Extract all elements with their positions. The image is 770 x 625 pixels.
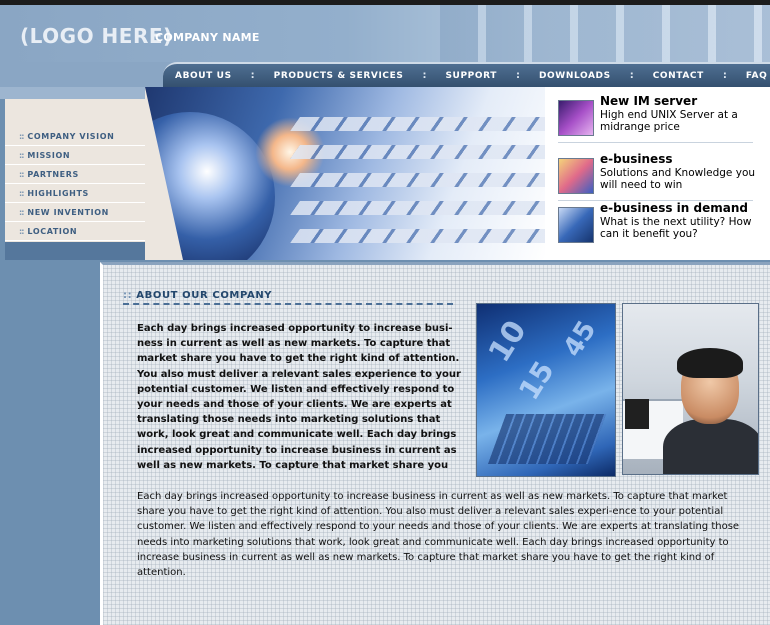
nav-faq[interactable]: FAQ (746, 71, 768, 81)
title-prefix: :: (123, 290, 133, 301)
promo-panel: New IM server High end UNIX Server at a … (545, 87, 770, 260)
keyboard-row (290, 173, 545, 187)
sidebar-item-label: HIGHLIGHTS (27, 188, 89, 198)
promo-thumbnail (558, 158, 594, 194)
side-menu-footer (5, 242, 145, 260)
photo-monitor (625, 399, 649, 429)
numbers-photo: 10 15 45 (476, 303, 616, 477)
sidebar-item-label: PARTNERS (27, 169, 79, 179)
keyboard-row (290, 201, 545, 215)
bullet-icon: :: (19, 150, 25, 160)
photo-person-body (663, 419, 758, 474)
promo-description: High end UNIX Server at a midrange price (600, 109, 738, 133)
photo-digit-graphic: 10 (481, 314, 534, 369)
bullet-icon: :: (19, 169, 25, 179)
header-keyboard-image (440, 5, 770, 62)
section-divider (123, 303, 453, 305)
nav-separator: : (250, 70, 255, 81)
photo-keyboard (487, 414, 607, 464)
body-paragraph: Each day brings increased opportunity to… (137, 491, 740, 579)
sidebar-item-partners[interactable]: :: PARTNERS (5, 165, 145, 184)
nav-contact[interactable]: CONTACT (653, 71, 704, 81)
promo-thumbnail (558, 100, 594, 136)
content-panel: :: ABOUT OUR COMPANY Each day brings inc… (100, 262, 770, 625)
sidebar-item-label: NEW INVENTION (27, 207, 109, 217)
main-nav: ABOUT US: PRODUCTS & SERVICES: SUPPORT: … (163, 62, 770, 87)
sidebar-item-location[interactable]: :: LOCATION (5, 222, 145, 241)
bullet-icon: :: (19, 226, 25, 236)
photo-person-hair (677, 348, 743, 378)
promo-divider (558, 142, 753, 143)
bullet-icon: :: (19, 131, 25, 141)
nav-downloads[interactable]: DOWNLOADS (539, 71, 611, 81)
promo-title[interactable]: New IM server (600, 94, 697, 108)
keyboard-row (290, 229, 545, 243)
keyboard-row (290, 117, 545, 131)
nav-separator: : (722, 70, 727, 81)
left-accent (0, 87, 165, 99)
nav-separator: : (515, 70, 520, 81)
sidebar-item-label: MISSION (27, 150, 71, 160)
sidebar-item-highlights[interactable]: :: HIGHLIGHTS (5, 184, 145, 203)
sidebar-item-label: COMPANY VISION (27, 131, 115, 141)
header: (LOGO HERE) COMPANY NAME (0, 5, 770, 62)
hero-diagonal-edge (145, 87, 183, 260)
company-name: COMPANY NAME (155, 31, 260, 44)
nav-separator: : (422, 70, 427, 81)
photo-digit-graphic: 15 (512, 355, 561, 406)
nav-separator: : (629, 70, 634, 81)
nav-support[interactable]: SUPPORT (445, 71, 497, 81)
sidebar-item-label: LOCATION (27, 226, 78, 236)
sidebar-item-mission[interactable]: :: MISSION (5, 146, 145, 165)
bullet-icon: :: (19, 207, 25, 217)
nav-products-services[interactable]: PRODUCTS & SERVICES (274, 71, 404, 81)
section-title: :: ABOUT OUR COMPANY (123, 290, 272, 301)
logo[interactable]: (LOGO HERE) (20, 24, 173, 48)
section-title-text: ABOUT OUR COMPANY (136, 290, 273, 301)
sidebar-item-new-invention[interactable]: :: NEW INVENTION (5, 203, 145, 222)
hero-image (145, 87, 545, 260)
promo-title[interactable]: e-business in demand (600, 201, 748, 215)
photo-digit-graphic: 45 (557, 315, 603, 363)
bullet-icon: :: (19, 188, 25, 198)
nav-about-us[interactable]: ABOUT US (175, 71, 232, 81)
side-menu: :: COMPANY VISION :: MISSION :: PARTNERS ::… (5, 99, 145, 242)
sidebar-item-company-vision[interactable]: :: COMPANY VISION (5, 127, 145, 146)
promo-description: What is the next utility? How can it ben… (600, 216, 752, 240)
promo-title[interactable]: e-business (600, 152, 672, 166)
promo-description: Solutions and Knowledge you will need to… (600, 167, 756, 191)
keyboard-row (290, 145, 545, 159)
intro-paragraph: Each day brings increased opportunity to… (137, 323, 461, 471)
promo-thumbnail (558, 207, 594, 243)
businessman-photo (622, 303, 759, 475)
